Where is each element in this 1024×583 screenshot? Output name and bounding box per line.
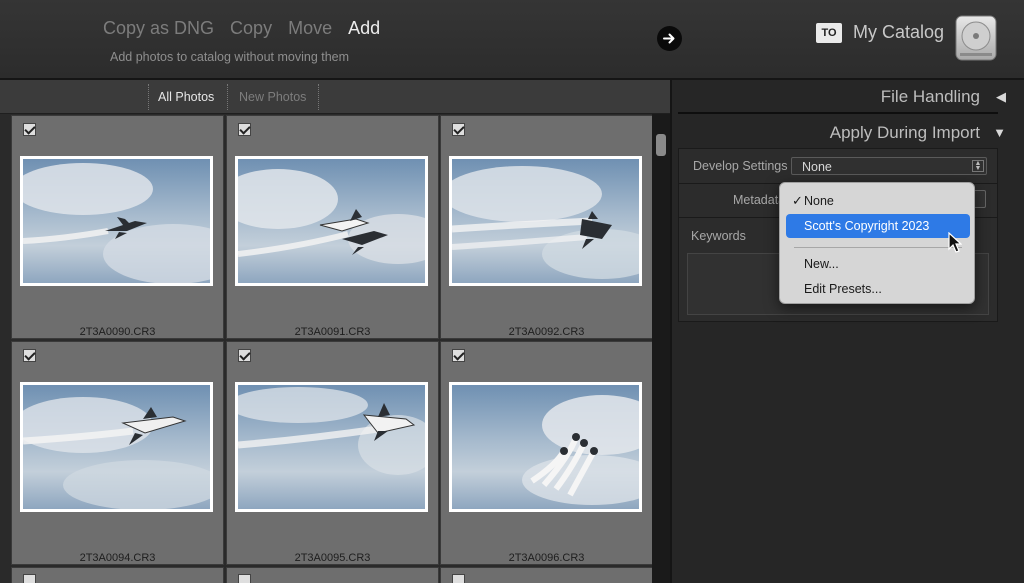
mode-add[interactable]: Add <box>348 16 380 40</box>
photo-thumbnail[interactable] <box>20 156 213 286</box>
apply-during-import-header[interactable]: Apply During Import ▼ <box>672 116 1020 150</box>
thumbnail-cell[interactable] <box>11 567 224 583</box>
metadata-label: Metadata <box>733 193 786 207</box>
file-handling-title: File Handling <box>880 87 980 106</box>
photo-thumbnail[interactable] <box>235 382 428 512</box>
filter-separator <box>227 84 228 110</box>
thumbnail-grid-area: All Photos New Photos 2T3A0090.CR3 2T3A0… <box>0 80 670 583</box>
thumbnail-cell[interactable]: 2T3A0091.CR3 <box>226 115 439 339</box>
develop-settings-select[interactable]: None ▲ ▼ <box>791 157 987 175</box>
panel-divider <box>678 112 998 114</box>
thumbnail-cell[interactable]: 2T3A0095.CR3 <box>226 341 439 565</box>
menu-item-label: None <box>804 194 834 208</box>
thumbnail-cell[interactable] <box>440 567 653 583</box>
expand-down-icon: ▼ <box>993 125 1006 140</box>
photo-thumbnail[interactable] <box>449 382 642 512</box>
mode-description: Add photos to catalog without moving the… <box>110 50 350 64</box>
thumbnail-cell[interactable] <box>226 567 439 583</box>
filter-separator <box>318 84 319 110</box>
catalog-name[interactable]: My Catalog <box>853 22 944 43</box>
include-checkbox[interactable] <box>238 574 251 583</box>
develop-settings-label: Develop Settings <box>693 159 788 173</box>
menu-item-label: Edit Presets... <box>804 282 882 296</box>
destination-arrow-icon[interactable] <box>657 26 682 51</box>
apply-during-import-title: Apply During Import <box>829 123 980 142</box>
menu-item-edit-presets[interactable]: Edit Presets... <box>786 277 970 301</box>
include-checkbox[interactable] <box>238 123 251 136</box>
thumbnail-grid: 2T3A0090.CR3 2T3A0091.CR3 2T3A0092.CR3 2… <box>0 115 653 583</box>
file-handling-header[interactable]: File Handling ◀ <box>672 80 1020 114</box>
mode-copy-as-dng[interactable]: Copy as DNG <box>103 16 214 40</box>
chevron-updown-icon: ▲ ▼ <box>972 160 984 172</box>
import-window: Copy as DNG Copy Move Add Add photos to … <box>0 0 1024 583</box>
checkmark-icon: ✓ <box>792 193 803 208</box>
thumbnail-cell[interactable]: 2T3A0090.CR3 <box>11 115 224 339</box>
include-checkbox[interactable] <box>23 123 36 136</box>
file-name: 2T3A0096.CR3 <box>508 552 585 564</box>
thumbnail-cell[interactable]: 2T3A0094.CR3 <box>11 341 224 565</box>
include-checkbox[interactable] <box>452 574 465 583</box>
collapse-left-icon: ◀ <box>996 89 1006 104</box>
menu-item-label: Scott's Copyright 2023 <box>804 219 930 233</box>
include-checkbox[interactable] <box>23 574 36 583</box>
include-checkbox[interactable] <box>452 349 465 362</box>
file-name: 2T3A0095.CR3 <box>294 552 371 564</box>
mode-copy[interactable]: Copy <box>230 16 272 40</box>
import-mode-selector: Copy as DNG Copy Move Add <box>103 16 396 40</box>
scrollbar-thumb[interactable] <box>656 134 666 156</box>
photo-thumbnail[interactable] <box>235 156 428 286</box>
filter-new-photos[interactable]: New Photos <box>239 88 306 106</box>
menu-item-none[interactable]: ✓ None <box>786 189 970 213</box>
hard-drive-icon <box>952 14 1000 62</box>
thumbnail-cell[interactable]: 2T3A0092.CR3 <box>440 115 653 339</box>
filter-separator <box>148 84 149 110</box>
develop-settings-value: None <box>802 160 832 174</box>
menu-item-scotts-copyright[interactable]: Scott's Copyright 2023 <box>786 214 970 238</box>
metadata-preset-menu: ✓ None Scott's Copyright 2023 New... Edi… <box>779 182 975 304</box>
filter-all-photos[interactable]: All Photos <box>158 88 214 106</box>
menu-item-label: New... <box>804 257 839 271</box>
grid-scrollbar[interactable] <box>652 114 670 583</box>
include-checkbox[interactable] <box>23 349 36 362</box>
import-topbar: Copy as DNG Copy Move Add Add photos to … <box>0 0 1024 80</box>
file-name: 2T3A0092.CR3 <box>508 326 585 338</box>
photo-thumbnail[interactable] <box>449 156 642 286</box>
thumbnail-cell[interactable]: 2T3A0096.CR3 <box>440 341 653 565</box>
import-settings-panel: File Handling ◀ Apply During Import ▼ De… <box>670 80 1024 583</box>
include-checkbox[interactable] <box>452 123 465 136</box>
menu-item-new[interactable]: New... <box>786 252 970 276</box>
mode-move[interactable]: Move <box>288 16 332 40</box>
mouse-pointer-icon <box>948 231 963 254</box>
to-badge: TO <box>816 23 842 43</box>
include-checkbox[interactable] <box>238 349 251 362</box>
filter-bar: All Photos New Photos <box>0 80 670 114</box>
file-name: 2T3A0091.CR3 <box>294 326 371 338</box>
menu-separator <box>794 247 962 248</box>
file-name: 2T3A0090.CR3 <box>79 326 156 338</box>
keywords-label: Keywords <box>691 229 746 243</box>
photo-thumbnail[interactable] <box>20 382 213 512</box>
file-name: 2T3A0094.CR3 <box>79 552 156 564</box>
